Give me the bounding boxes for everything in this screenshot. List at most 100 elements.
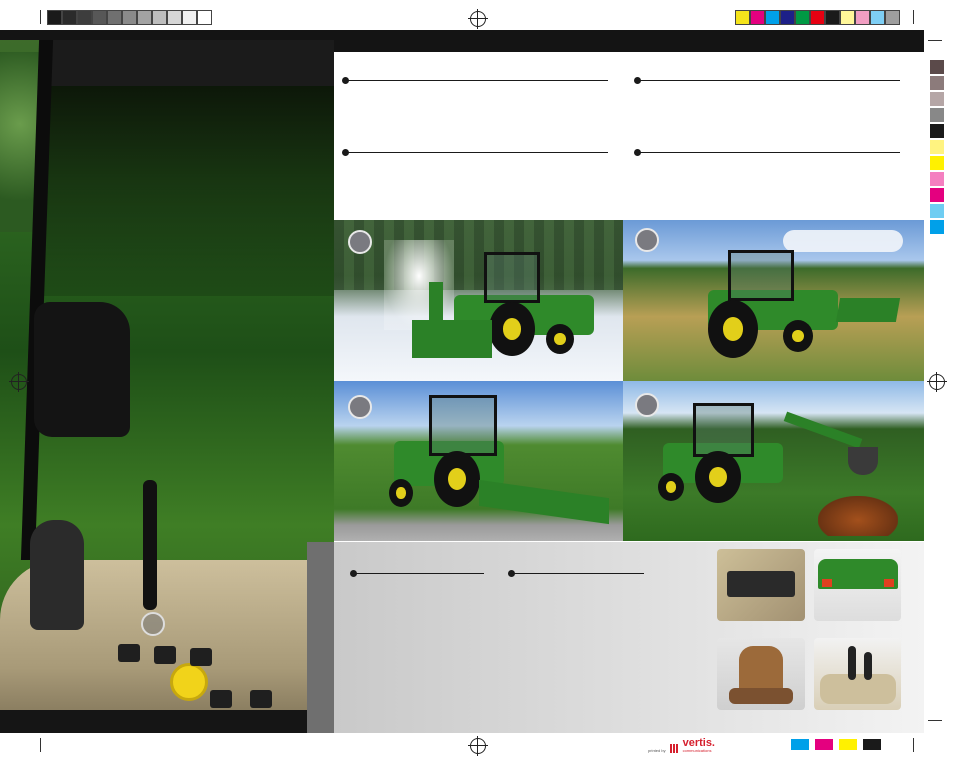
registration-mark-left — [9, 372, 29, 392]
callout-marker — [141, 612, 165, 636]
color-swatch — [92, 10, 107, 25]
console-button — [210, 690, 232, 708]
crop-mark-br-v — [913, 738, 914, 752]
color-swatch — [122, 10, 137, 25]
color-swatch — [765, 10, 780, 25]
color-swatch — [825, 10, 840, 25]
thumb-radio — [717, 549, 805, 621]
color-swatch — [62, 10, 77, 25]
tractor-cab — [484, 252, 540, 303]
rotary-cutter-deck — [479, 479, 609, 525]
pine-trees — [334, 220, 623, 290]
color-swatch — [77, 10, 92, 25]
printer-sub: communications — [682, 748, 712, 753]
snow-plume — [384, 240, 454, 330]
backhoe-bucket — [848, 447, 878, 475]
color-swatch — [855, 10, 870, 25]
side-color-swatch — [930, 220, 944, 234]
side-color-swatch — [930, 108, 944, 122]
pto-yellow-knob — [170, 663, 208, 701]
side-color-swatch — [930, 92, 944, 106]
crop-mark-br-h — [928, 720, 942, 721]
console-button — [154, 646, 176, 664]
crop-mark-tl-v — [40, 10, 41, 24]
registration-mark-top — [468, 9, 488, 29]
registration-mark-right — [927, 372, 947, 392]
tractor-front-wheel — [783, 320, 813, 352]
photo-marker-1 — [348, 230, 372, 254]
vertis-grid-icon — [669, 744, 679, 753]
color-swatch — [735, 10, 750, 25]
side-color-swatch — [930, 204, 944, 218]
tractor-cab — [693, 403, 754, 457]
process-color-bar — [735, 10, 900, 25]
tractor-cab — [429, 395, 497, 456]
color-swatch — [137, 10, 152, 25]
color-swatch — [167, 10, 182, 25]
side-color-swatch — [930, 76, 944, 90]
color-swatch — [810, 10, 825, 25]
joystick-knob — [30, 520, 84, 630]
color-swatch — [795, 10, 810, 25]
tractor-front-wheel — [389, 479, 413, 507]
snowblower-attachment — [412, 320, 492, 358]
printer-logo: printed by vertis. communications — [648, 738, 715, 753]
printer-prefix: printed by — [648, 748, 666, 753]
photo-backhoe — [623, 381, 924, 541]
crop-mark-bl-v — [40, 738, 41, 752]
color-swatch — [152, 10, 167, 25]
dirt-pile — [818, 496, 898, 536]
color-swatch — [780, 10, 795, 25]
panel-side-strip — [307, 542, 334, 733]
seat-cushion — [729, 688, 793, 704]
tractor-rear-wheel — [695, 451, 741, 503]
side-color-swatch — [930, 188, 944, 202]
window-shade — [40, 86, 334, 296]
photo-snowblower — [334, 220, 623, 381]
side-color-swatch — [930, 124, 944, 138]
thumb-seat — [717, 638, 805, 710]
console-button — [118, 644, 140, 662]
photo-marker-4 — [635, 393, 659, 417]
registration-mark-bottom — [468, 736, 488, 756]
console-button — [250, 690, 272, 708]
cab-interior-photo — [0, 40, 334, 733]
crop-mark-tr-v — [913, 10, 914, 24]
side-color-swatch — [930, 156, 944, 170]
backhoe-arm — [783, 411, 863, 449]
console-button — [190, 648, 212, 666]
snowblower-chute — [429, 282, 443, 328]
color-swatch — [47, 10, 62, 25]
color-swatch — [870, 10, 885, 25]
tail-light-icon — [884, 579, 894, 587]
tractor-cab — [728, 250, 794, 301]
side-color-swatch — [930, 172, 944, 186]
control-lever — [864, 652, 872, 680]
tractor-rear-wheel — [708, 300, 758, 358]
color-swatch — [197, 10, 212, 25]
thumb-controls — [814, 638, 901, 710]
control-lever — [143, 480, 157, 610]
loader-bucket — [835, 298, 901, 322]
tail-light-icon — [822, 579, 832, 587]
bottom-color-swatch — [791, 739, 809, 750]
bottom-color-swatch — [863, 739, 881, 750]
photo-rotary-cutter — [334, 381, 623, 541]
operator-seat — [739, 646, 783, 694]
photo-front-loader — [623, 220, 924, 381]
side-color-swatch — [930, 60, 944, 74]
tractor-front-wheel — [658, 473, 684, 501]
photo-marker-2 — [635, 228, 659, 252]
color-swatch — [182, 10, 197, 25]
color-swatch — [107, 10, 122, 25]
grayscale-color-bar — [47, 10, 212, 25]
control-console — [820, 674, 896, 704]
tractor-rear-wheel — [434, 451, 480, 507]
bottom-color-swatch — [839, 739, 857, 750]
side-mirror — [34, 302, 130, 437]
feature-panel — [334, 542, 924, 733]
side-color-swatch — [930, 140, 944, 154]
footer-band-left — [0, 710, 334, 733]
thumb-rear-lights — [814, 549, 901, 621]
title-panel — [40, 40, 334, 86]
